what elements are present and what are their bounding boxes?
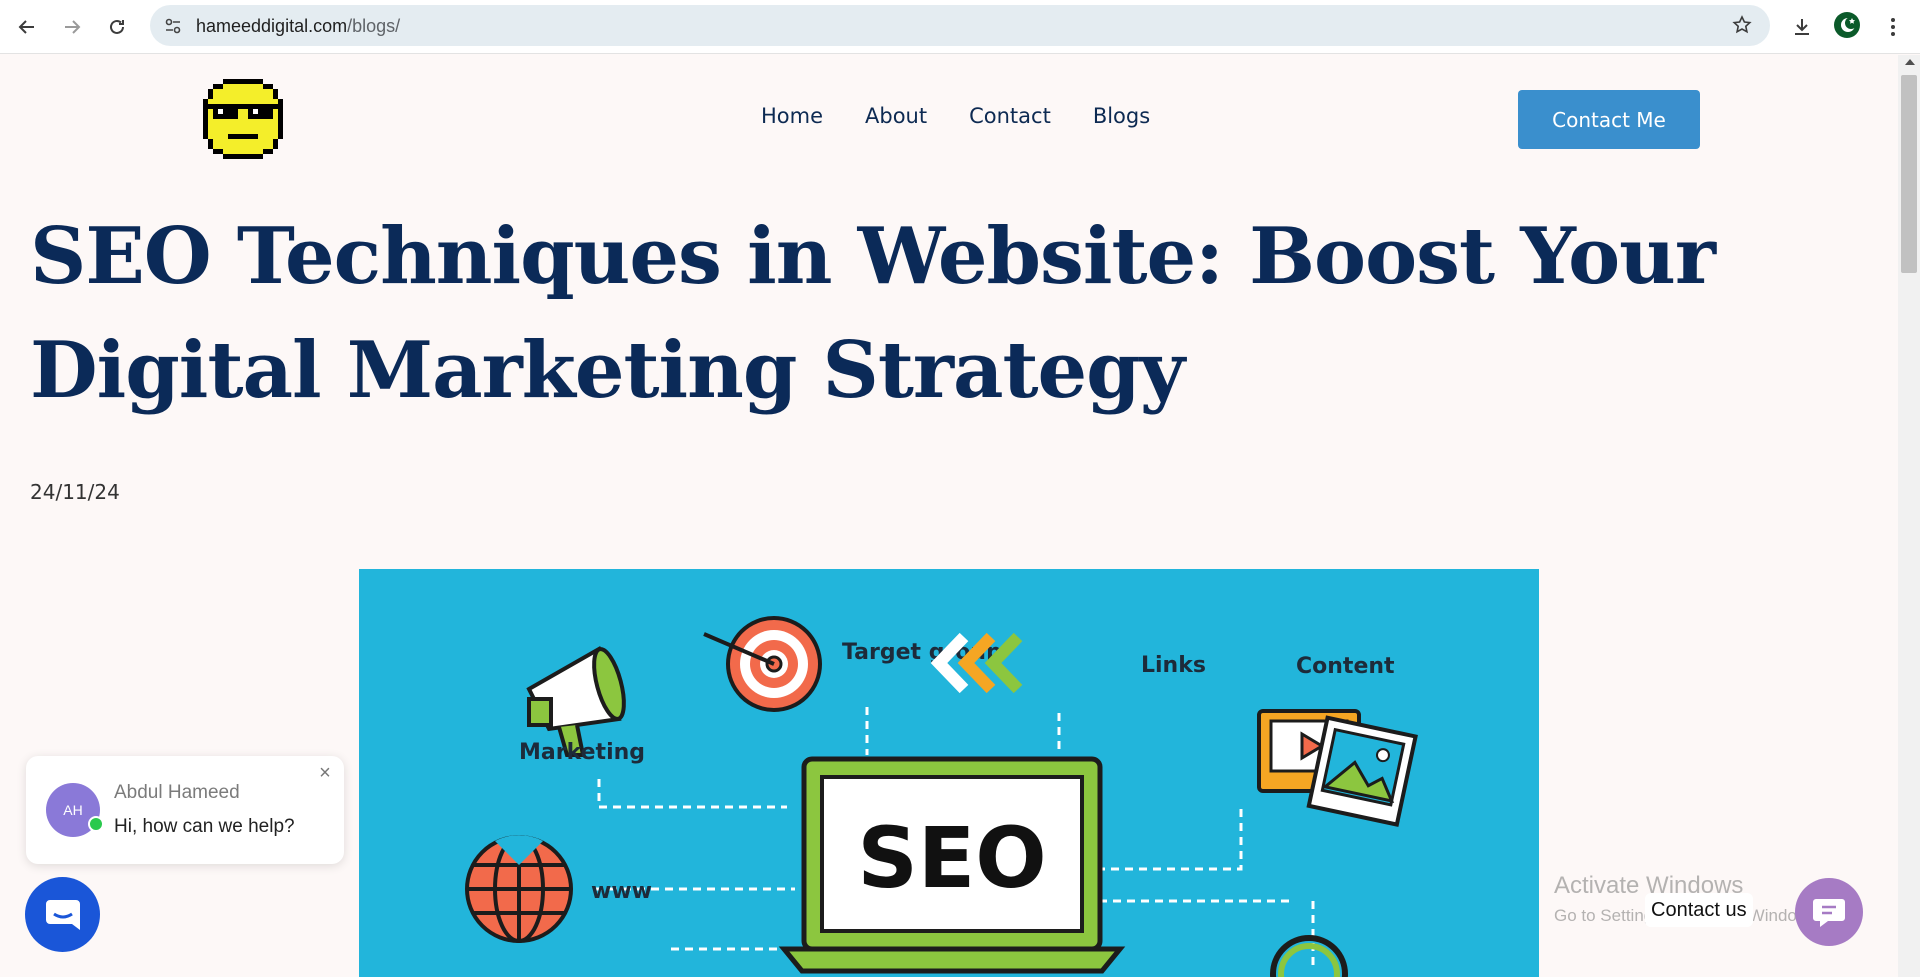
reload-icon[interactable] bbox=[102, 12, 132, 42]
scroll-thumb[interactable] bbox=[1901, 75, 1917, 273]
bookmark-star-icon[interactable] bbox=[1732, 15, 1752, 35]
chat-agent-name: Abdul Hameed bbox=[114, 782, 240, 803]
address-bar[interactable]: hameeddigital.com/blogs/ bbox=[150, 5, 1770, 46]
menu-dots-icon[interactable] bbox=[1878, 12, 1908, 42]
contact-us-button[interactable] bbox=[1795, 878, 1863, 946]
download-icon[interactable] bbox=[1787, 12, 1817, 42]
message-icon bbox=[1813, 899, 1845, 927]
chat-greeting-card[interactable]: AH Abdul Hameed Hi, how can we help? × bbox=[26, 756, 344, 864]
nav-contact[interactable]: Contact bbox=[969, 104, 1051, 128]
image-label-marketing: Marketing bbox=[519, 740, 645, 765]
contact-me-button[interactable]: Contact Me bbox=[1518, 90, 1700, 149]
post-title: SEO Techniques in Website: Boost Your Di… bbox=[30, 211, 1716, 416]
image-label-links: Links bbox=[1141, 653, 1206, 678]
image-label-seo: SEO bbox=[857, 809, 1046, 907]
post-hero-image: Marketing Target group Links Content www… bbox=[359, 569, 1539, 977]
main-nav: Home About Contact Blogs bbox=[761, 104, 1150, 128]
forward-icon[interactable] bbox=[57, 12, 87, 42]
site-logo[interactable] bbox=[198, 74, 288, 164]
nav-home[interactable]: Home bbox=[761, 104, 823, 128]
contact-us-label[interactable]: Contact us bbox=[1645, 893, 1753, 927]
browser-toolbar: hameeddigital.com/blogs/ bbox=[0, 0, 1920, 54]
page-scrollbar[interactable] bbox=[1898, 55, 1920, 977]
site-info-icon[interactable] bbox=[164, 17, 182, 35]
online-status-dot bbox=[88, 816, 104, 832]
chat-message: Hi, how can we help? bbox=[114, 816, 295, 837]
megaphone-icon bbox=[526, 645, 626, 757]
post-date: 24/11/24 bbox=[30, 480, 120, 504]
close-icon[interactable]: × bbox=[316, 763, 334, 783]
nav-about[interactable]: About bbox=[865, 104, 927, 128]
chat-bubble-icon bbox=[45, 899, 80, 930]
back-icon[interactable] bbox=[12, 12, 42, 42]
scroll-up-icon[interactable] bbox=[1905, 59, 1915, 65]
image-label-content: Content bbox=[1296, 654, 1395, 679]
chat-launcher-button[interactable] bbox=[25, 877, 100, 952]
globe-icon bbox=[465, 835, 573, 943]
target-icon bbox=[703, 616, 822, 712]
media-content-icon bbox=[1257, 709, 1418, 827]
nav-blogs[interactable]: Blogs bbox=[1093, 104, 1150, 128]
profile-avatar[interactable] bbox=[1834, 12, 1860, 38]
image-label-www: www bbox=[591, 879, 652, 904]
url-text[interactable]: hameeddigital.com/blogs/ bbox=[196, 16, 400, 37]
